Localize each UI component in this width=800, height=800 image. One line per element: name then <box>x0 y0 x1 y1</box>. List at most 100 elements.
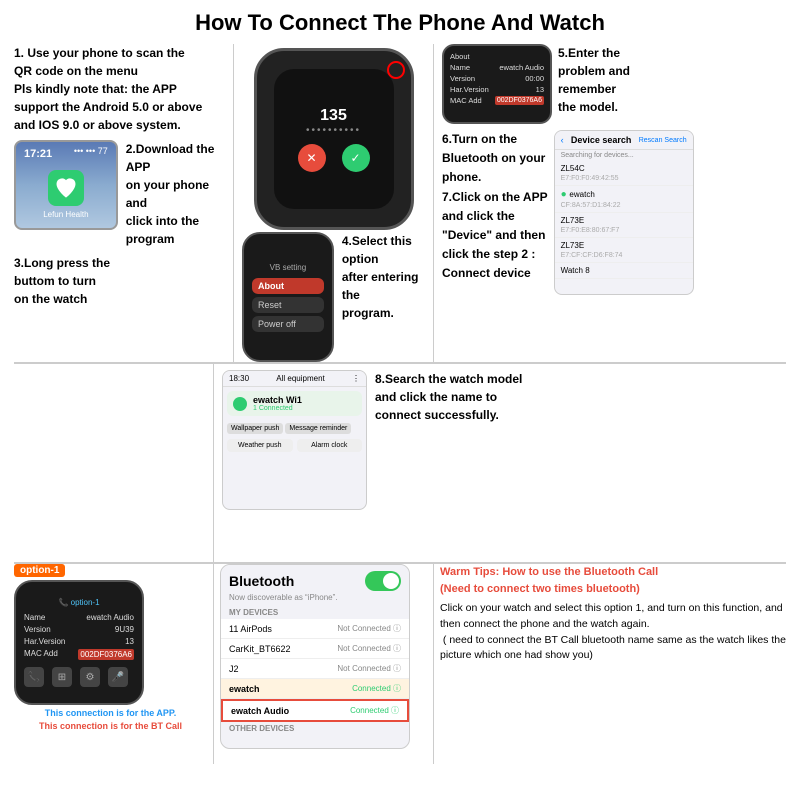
watch-image: 135 •••••••••• ✕ ✓ <box>254 48 414 230</box>
warm-tips: Warm Tips: How to use the Bluetooth Call… <box>440 564 786 664</box>
cf-btn-alarm[interactable]: Alarm clock <box>297 439 363 452</box>
about-title-row: About <box>450 52 544 61</box>
bt-toggle[interactable] <box>365 571 401 591</box>
bt-name-row: Nameewatch Audio <box>24 613 134 622</box>
connected-device-image: 18:30 All equipment ⋮ ewatch Wi1 1 Conne… <box>222 370 367 510</box>
top-col1: 1. Use your phone to scan theQR code on … <box>14 44 234 362</box>
step5-container: About Name ewatch Audio Version 00:00 Ha… <box>442 44 786 124</box>
about-label: About <box>450 52 470 61</box>
step4-text: 4.Select this optionafter entering thepr… <box>342 232 425 322</box>
ds-back: ‹ <box>561 135 564 145</box>
ds-device-2[interactable]: ewatchCF:8A:57:D1:84:22 <box>555 186 693 213</box>
bluetooth-settings-image: Bluetooth Now discoverable as “iPhone”. … <box>220 564 410 749</box>
watch-screen: 135 •••••••••• ✕ ✓ <box>274 69 394 209</box>
watch-green-btn: ✓ <box>342 144 370 172</box>
mid-section: 18:30 All equipment ⋮ ewatch Wi1 1 Conne… <box>14 364 786 564</box>
cf-device-info: ewatch Wi1 1 Connected <box>253 395 302 412</box>
cf-green-dot <box>233 397 247 411</box>
cf-tab-message[interactable]: Message reminder <box>285 423 351 434</box>
bt-ewatch-status: Connected ⓘ <box>352 683 401 694</box>
bottom-col2: Bluetooth Now discoverable as “iPhone”. … <box>214 564 434 764</box>
page: How To Connect The Phone And Watch 1. Us… <box>0 0 800 800</box>
about-name-val: ewatch Audio <box>499 63 544 72</box>
bt-airpods-name: 11 AirPods <box>229 624 272 634</box>
step8-text: 8.Search the watch modeland click the na… <box>375 370 522 424</box>
cf-icon: ⋮ <box>352 374 360 383</box>
connection-app-label: This connection is for the APP. <box>14 708 207 718</box>
about-mac-row: MAC Add 002DF0376A6 <box>450 96 544 105</box>
watch-red-btn: ✕ <box>298 144 326 172</box>
bt-watch-image: 📞 option-1 Nameewatch Audio Version9U39 … <box>14 580 144 705</box>
device-search-image: ‹ Device search Rescan Search Searching … <box>554 130 694 295</box>
cf-btn-weather[interactable]: Weather push <box>227 439 293 452</box>
step5-text: 5.Enter theproblem andrememberthe model. <box>558 44 630 116</box>
bt-carkit-name: CarKit_BT6622 <box>229 644 291 654</box>
bt-mic-icon: 🎤 <box>108 667 128 687</box>
bt-my-devices-label: MY DEVICES <box>221 606 409 619</box>
cf-tabs: Wallpaper push Message reminder <box>223 420 366 437</box>
ds-device-1[interactable]: ZL54CE7:F0:F0:49:42:55 <box>555 161 693 186</box>
phone-screenshot: 17:21 ••• ••• 77 Lefun Health <box>14 140 118 230</box>
connection-bt-label: This connection is for the BT Call <box>14 721 207 731</box>
about-mac-label: MAC Add <box>450 96 482 105</box>
watch-circle-mark <box>387 61 405 79</box>
watch-menu-image: VB setting About Reset Power off <box>242 232 334 362</box>
phone-signal: ••• ••• 77 <box>74 146 108 156</box>
ds-device-4[interactable]: ZL73EE7:CF:CF:D6:F8:74 <box>555 238 693 263</box>
cf-title: All equipment <box>276 374 324 383</box>
ds-device-5[interactable]: Watch 8 <box>555 263 693 279</box>
about-mac-val: 002DF0376A6 <box>495 96 544 105</box>
watch-menu-poweroff: Power off <box>252 316 324 332</box>
about-version-val: 00:00 <box>525 74 544 83</box>
bt-device-ewatch[interactable]: ewatch Connected ⓘ <box>221 679 409 699</box>
about-name-label: Name <box>450 63 470 72</box>
warm-body: Click on your watch and select this opti… <box>440 601 786 664</box>
cf-device-status: 1 Connected <box>253 405 302 412</box>
about-harversion-val: 13 <box>536 85 544 94</box>
ds-rescan[interactable]: Rescan Search <box>639 137 687 144</box>
bt-device-airpods[interactable]: 11 AirPods Not Connected ⓘ <box>221 619 409 639</box>
bottom-col3: Warm Tips: How to use the Bluetooth Call… <box>434 564 786 764</box>
watch-menu-title: VB setting <box>252 263 324 272</box>
bottom-col1: option-1 📞 option-1 Nameewatch Audio Ver… <box>14 564 214 764</box>
cf-tab-wallpaper[interactable]: Wallpaper push <box>227 423 283 434</box>
about-harversion-label: Har.Version <box>450 85 489 94</box>
bt-ewatch-audio-status: Connected ⓘ <box>350 705 399 716</box>
app-label: Lefun Health <box>43 210 88 219</box>
bt-settings-header: Bluetooth <box>221 565 409 593</box>
mid-col2: 18:30 All equipment ⋮ ewatch Wi1 1 Conne… <box>214 364 786 562</box>
heart-icon <box>54 176 78 200</box>
watch-menu-about: About <box>252 278 324 294</box>
ds-device-3[interactable]: ZL73EE7:F0:E8:80:67:F7 <box>555 213 693 238</box>
about-version-label: Version <box>450 74 475 83</box>
step4-row: VB setting About Reset Power off 4.Selec… <box>242 232 425 362</box>
step1-text: 1. Use your phone to scan theQR code on … <box>14 44 225 134</box>
step67-container: 6.Turn on theBluetooth on yourphone.7.Cl… <box>442 130 786 295</box>
bt-phone-icon: 📞 <box>24 667 44 687</box>
about-name-row: Name ewatch Audio <box>450 63 544 72</box>
watch-dots: •••••••••• <box>306 125 361 136</box>
cf-device-name: ewatch Wi1 <box>253 395 302 405</box>
watch-time: 135 <box>320 107 347 125</box>
bt-device-j2[interactable]: J2 Not Connected ⓘ <box>221 659 409 679</box>
bt-settings-title: Bluetooth <box>229 573 294 589</box>
watch-about-image: About Name ewatch Audio Version 00:00 Ha… <box>442 44 552 124</box>
ds-searching: Searching for devices... <box>555 150 693 161</box>
bt-airpods-status: Not Connected ⓘ <box>337 623 401 634</box>
step2-text: 2.Download the APPon your phone andclick… <box>126 140 225 248</box>
cf-time: 18:30 <box>229 374 249 383</box>
bt-settings-icon: ⚙ <box>80 667 100 687</box>
option-tag: option-1 <box>14 564 65 577</box>
mid-col1 <box>14 364 214 562</box>
bt-other-devices-label: OTHER DEVICES <box>221 722 409 735</box>
step3-text: 3.Long press thebuttom to turnon the wat… <box>14 254 225 308</box>
about-harversion-row: Har.Version 13 <box>450 85 544 94</box>
ds-title: Device search <box>571 135 632 145</box>
phone-time: 17:21 <box>24 148 52 160</box>
bt-device-ewatch-audio[interactable]: ewatch Audio Connected ⓘ <box>221 699 409 722</box>
bt-subtitle: Now discoverable as “iPhone”. <box>221 593 409 606</box>
bt-device-carkit[interactable]: CarKit_BT6622 Not Connected ⓘ <box>221 639 409 659</box>
watch-btn-row: ✕ ✓ <box>298 144 370 172</box>
warm-title: Warm Tips: How to use the Bluetooth Call… <box>440 564 786 597</box>
step2-row: 17:21 ••• ••• 77 Lefun Health 2.Download… <box>14 140 225 248</box>
